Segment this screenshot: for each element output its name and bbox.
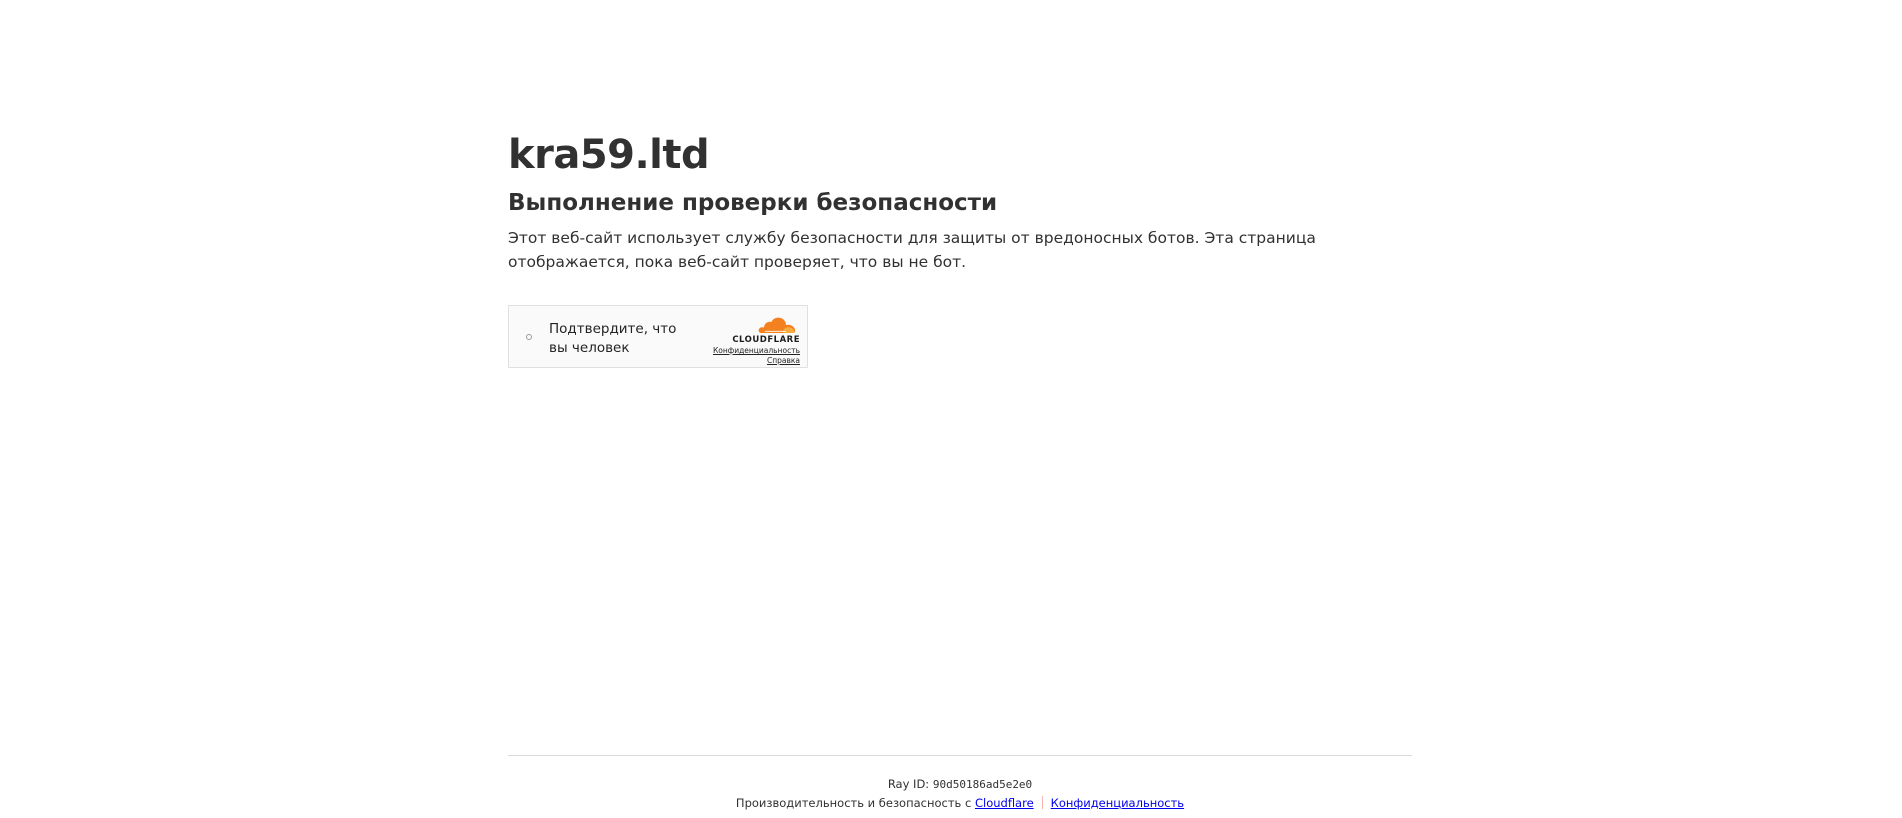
security-check-heading: Выполнение проверки безопасности bbox=[508, 190, 998, 216]
page-footer: Ray ID: 90d50186ad5e2e0 Производительнос… bbox=[508, 755, 1412, 810]
ray-id-line: Ray ID: 90d50186ad5e2e0 bbox=[508, 776, 1412, 793]
verify-label[interactable]: Подтвердите, что вы человек bbox=[549, 320, 699, 358]
ray-id-label: Ray ID: bbox=[887, 777, 930, 791]
performance-line: Производительность и безопасность с Clou… bbox=[508, 795, 1412, 811]
verify-checkbox[interactable] bbox=[526, 334, 532, 340]
footer-privacy-link[interactable]: Конфиденциальность bbox=[1051, 796, 1184, 810]
cloudflare-branding: CLOUDFLARE Конфиденциальность Справка bbox=[680, 314, 800, 365]
turnstile-widget: Подтвердите, что вы человек CLOUDFLARE К… bbox=[508, 305, 808, 368]
widget-help-link[interactable]: Справка bbox=[767, 356, 800, 365]
ray-id-value: 90d50186ad5e2e0 bbox=[932, 778, 1033, 791]
widget-privacy-link[interactable]: Конфиденциальность bbox=[713, 346, 800, 355]
footer-separator bbox=[1041, 796, 1043, 809]
performance-text: Производительность и безопасность с bbox=[735, 796, 972, 810]
security-description: Этот веб-сайт использует службу безопасн… bbox=[508, 229, 1316, 271]
cloudflare-wordmark: CLOUDFLARE bbox=[732, 335, 800, 345]
cloudflare-cloud-icon bbox=[758, 317, 796, 333]
cloudflare-link[interactable]: Cloudflare bbox=[975, 796, 1034, 810]
page-title: kra59.ltd bbox=[508, 132, 710, 178]
